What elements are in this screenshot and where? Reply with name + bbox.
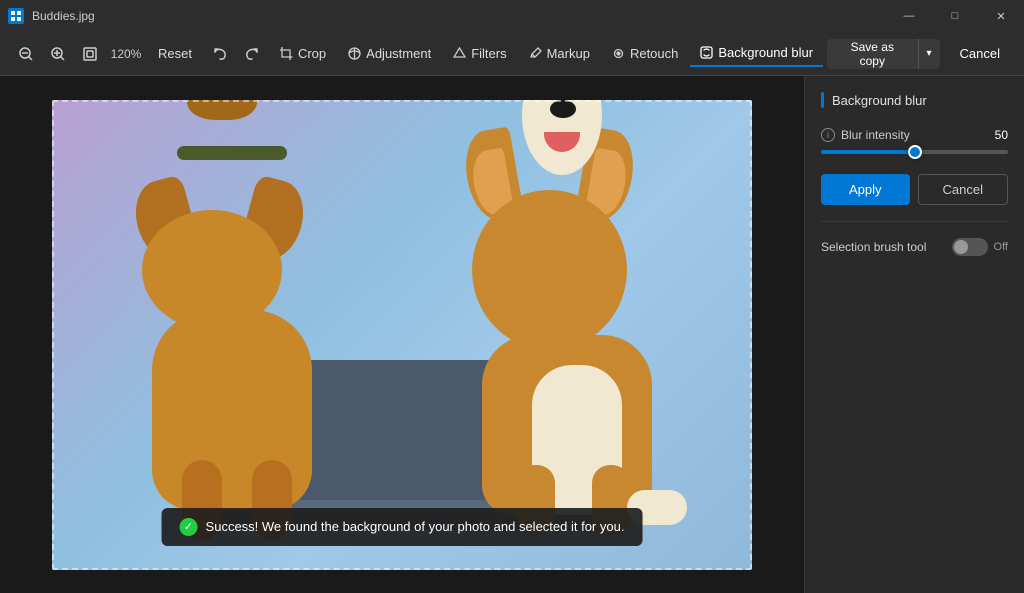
selection-brush-label: Selection brush tool [821, 240, 926, 254]
dog-left-head [142, 210, 282, 330]
zoom-out-button[interactable] [12, 40, 40, 68]
canvas-area: ✓ Success! We found the background of yo… [0, 76, 804, 593]
dog-right-head [472, 190, 627, 350]
apply-button[interactable]: Apply [821, 174, 910, 205]
right-panel: Background blur i Blur intensity 50 [804, 76, 1024, 593]
toggle-container: Off [952, 238, 1008, 256]
toolbar-center: Crop Adjustment Filters Markup [270, 40, 823, 67]
background-blur-tool-button[interactable]: Background blur [690, 40, 823, 67]
toolbar-right: Save as copy ▾ Cancel [827, 39, 1012, 69]
selection-brush-toggle[interactable] [952, 238, 988, 256]
blur-slider-container[interactable] [821, 150, 1008, 154]
blur-info-icon: i [821, 128, 835, 142]
app-icon [8, 8, 24, 24]
crop-tool-button[interactable]: Crop [270, 41, 336, 66]
success-toast: ✓ Success! We found the background of yo… [162, 508, 643, 546]
blur-intensity-label: Blur intensity [841, 128, 910, 142]
blur-intensity-left: i Blur intensity [821, 128, 910, 142]
dog-left-body [152, 310, 312, 510]
panel-title-accent [821, 92, 824, 108]
blur-intensity-section: i Blur intensity 50 [821, 124, 1008, 154]
minimize-button[interactable]: — [886, 0, 932, 32]
redo-button[interactable] [238, 40, 266, 68]
fit-screen-button[interactable] [76, 40, 104, 68]
dog-left [132, 190, 352, 510]
zoom-level: 120% [108, 47, 144, 61]
dog-right-nose [550, 100, 576, 118]
toggle-thumb [954, 240, 968, 254]
retouch-tool-button[interactable]: Retouch [602, 41, 688, 66]
window-title: Buddies.jpg [32, 9, 95, 23]
markup-tool-button[interactable]: Markup [519, 41, 600, 66]
blur-intensity-row: i Blur intensity 50 [821, 128, 1008, 142]
selection-brush-row: Selection brush tool Off [821, 238, 1008, 256]
toast-message: Success! We found the background of your… [206, 519, 625, 534]
save-as-copy-button[interactable]: Save as copy ▾ [827, 39, 939, 69]
reset-button[interactable]: Reset [148, 41, 202, 66]
title-bar: Buddies.jpg — □ ✕ [0, 0, 1024, 32]
close-button[interactable]: ✕ [978, 0, 1024, 32]
dog-left-snout [187, 100, 257, 120]
save-main-button[interactable]: Save as copy [827, 39, 917, 69]
toast-success-icon: ✓ [180, 518, 198, 536]
toggle-state-label: Off [994, 241, 1008, 253]
main-area: ✓ Success! We found the background of yo… [0, 76, 1024, 593]
panel-divider [821, 221, 1008, 222]
dog-left-collar [177, 146, 287, 160]
panel-action-buttons: Apply Cancel [821, 174, 1008, 205]
zoom-in-button[interactable] [44, 40, 72, 68]
undo-button[interactable] [206, 40, 234, 68]
dog-right [452, 155, 692, 515]
blur-value: 50 [995, 128, 1008, 142]
cancel-main-button[interactable]: Cancel [948, 39, 1012, 69]
dog-right-body [482, 335, 652, 515]
adjustment-tool-button[interactable]: Adjustment [338, 41, 441, 66]
dogs-scene [52, 100, 752, 570]
panel-cancel-button[interactable]: Cancel [918, 174, 1009, 205]
photo-background [52, 100, 752, 570]
title-bar-left: Buddies.jpg [8, 8, 95, 24]
filters-tool-button[interactable]: Filters [443, 41, 516, 66]
toolbar-left: 120% Reset [12, 40, 266, 68]
title-bar-controls: — □ ✕ [886, 0, 1024, 32]
save-dropdown-button[interactable]: ▾ [918, 39, 940, 69]
panel-title: Background blur [821, 92, 1008, 108]
toolbar: 120% Reset Crop [0, 32, 1024, 76]
maximize-button[interactable]: □ [932, 0, 978, 32]
photo-container: ✓ Success! We found the background of yo… [52, 100, 752, 570]
